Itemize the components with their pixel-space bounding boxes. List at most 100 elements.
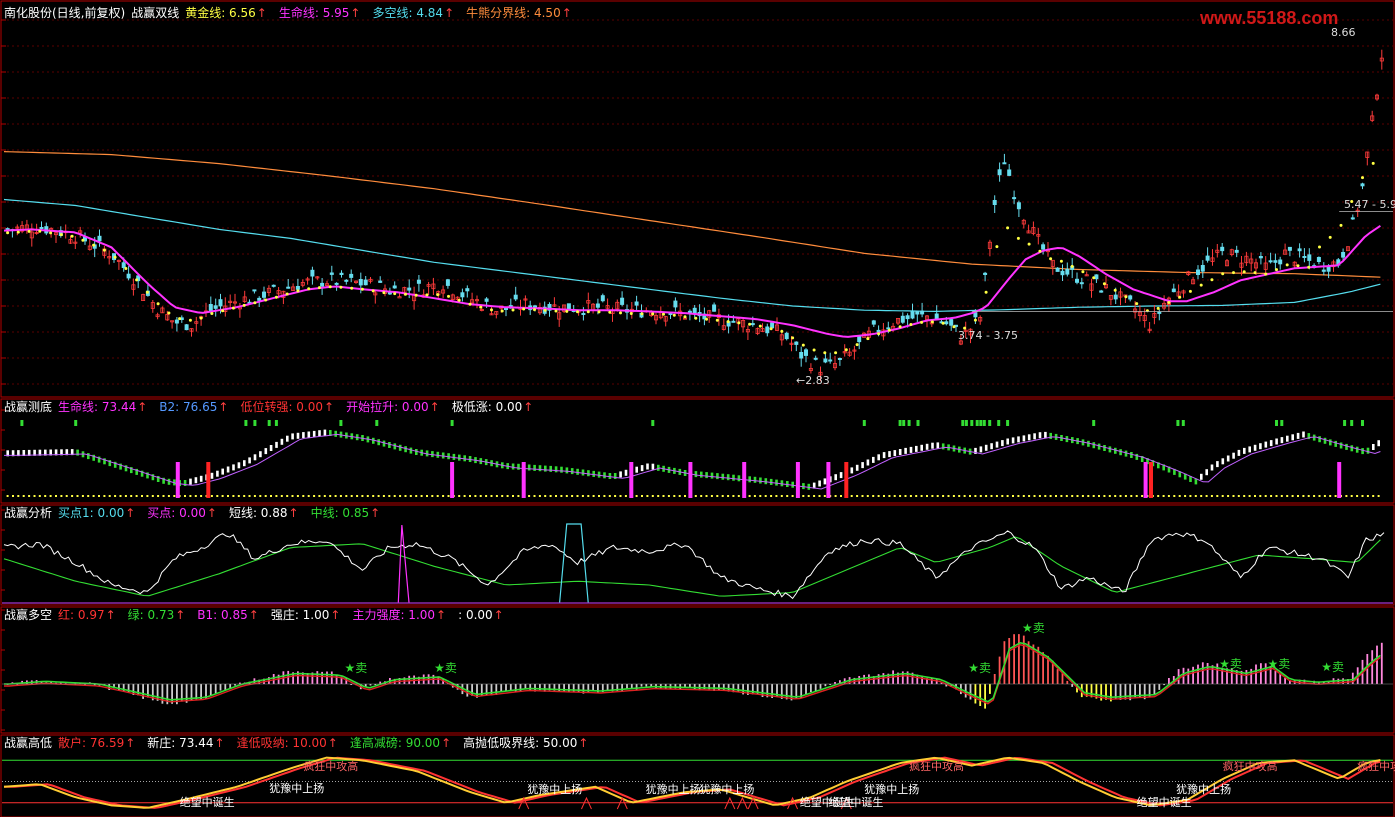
- up-arrow-icon: ↑: [125, 506, 136, 520]
- base-dot: [339, 495, 342, 497]
- momentum-bar: [171, 684, 173, 704]
- candle-body: [871, 320, 876, 325]
- gold-dot: [199, 316, 203, 320]
- oscillator-bar: [581, 469, 585, 476]
- base-dot: [1275, 495, 1278, 497]
- base-dot: [76, 495, 79, 497]
- top-marker: [20, 420, 24, 426]
- candle-body: [750, 323, 755, 326]
- candle-body: [900, 315, 905, 323]
- candle-body: [184, 324, 189, 331]
- analysis-panel[interactable]: [2, 523, 1393, 604]
- oscillator-bar: [248, 457, 251, 464]
- candle-body: [1220, 246, 1225, 252]
- base-dot: [130, 495, 133, 497]
- absorb-marker: [581, 796, 592, 810]
- panel-border-0: [0, 0, 1395, 398]
- candle-body: [218, 299, 223, 307]
- candle-body: [97, 235, 102, 242]
- base-dot: [1017, 495, 1020, 497]
- series-多空线: [3, 198, 1381, 313]
- bull-bear-panel[interactable]: ★卖 ★卖 ★卖 ★卖 ★卖 ★卖 ★卖: [2, 621, 1393, 709]
- up-arrow-icon: ↑: [441, 736, 452, 750]
- momentum-bar: [974, 684, 977, 704]
- top-marker: [253, 420, 257, 426]
- base-dot: [909, 495, 912, 497]
- candle-body: [387, 292, 392, 295]
- buy1-pulse: [558, 523, 589, 604]
- top-marker: [339, 420, 343, 426]
- gold-dot: [1285, 263, 1289, 267]
- base-dot: [1318, 495, 1321, 497]
- base-dot: [1130, 495, 1133, 497]
- oscillator-bar: [511, 463, 515, 470]
- absorb-marker: [724, 796, 736, 810]
- base-dot: [1060, 495, 1063, 497]
- base-dot: [888, 495, 891, 497]
- base-dot: [227, 495, 229, 497]
- gold-dot: [317, 286, 321, 290]
- high-low-panel[interactable]: 犹豫中上扬 犹豫中上扬 犹豫中上扬犹豫中上扬 犹豫中上扬 犹豫中上扬绝望中诞生 绝望中诞生…: [2, 756, 1395, 810]
- momentum-bar: [1211, 665, 1214, 684]
- sell-signal-1: ★卖: [434, 661, 457, 675]
- base-dot: [624, 495, 627, 497]
- base-dot: [942, 495, 945, 497]
- gold-dot: [597, 310, 601, 314]
- candle-body: [1041, 244, 1046, 250]
- candle-body: [286, 286, 291, 289]
- phase-label-12: 疯狂中攻高: [1223, 759, 1278, 773]
- bottom-test-panel[interactable]: [4, 420, 1381, 498]
- base-dot: [366, 495, 369, 497]
- momentum-bar: [635, 684, 638, 690]
- p4-item-1: 绿: 0.73↑: [127, 608, 186, 622]
- panel2-title: 战赢测底: [4, 400, 53, 414]
- sell-signal-2: ★卖: [968, 661, 991, 675]
- oscillator-bar: [307, 431, 311, 438]
- oscillator-bar: [576, 468, 579, 475]
- candle-body: [668, 312, 673, 315]
- base-dot: [517, 495, 520, 497]
- candle-body: [944, 321, 949, 325]
- momentum-bar: [1201, 662, 1204, 684]
- momentum-bar: [1153, 684, 1156, 695]
- oscillator-bar: [1350, 445, 1354, 452]
- oscillator-bar: [587, 470, 590, 477]
- signal-bar: [826, 462, 831, 498]
- momentum-bar: [1380, 642, 1383, 684]
- momentum-bar: [645, 684, 648, 687]
- oscillator-bar: [646, 463, 649, 470]
- oscillator-bar: [925, 443, 929, 450]
- candle-body: [271, 284, 276, 287]
- momentum-bar: [122, 684, 125, 692]
- oscillator-bar: [823, 478, 827, 485]
- gold-dot: [178, 317, 182, 321]
- gold-dot: [102, 248, 106, 252]
- base-dot: [899, 495, 902, 497]
- base-dot: [1049, 495, 1052, 497]
- top-marker: [902, 420, 906, 426]
- candle-body: [1278, 259, 1283, 265]
- base-dot: [700, 495, 703, 497]
- gold-dot: [490, 308, 493, 312]
- oscillator-bar: [1011, 437, 1015, 444]
- base-dot: [485, 495, 488, 497]
- base-dot: [1216, 495, 1219, 497]
- oscillator-bar: [640, 465, 644, 472]
- gold-dot: [1016, 236, 1020, 240]
- momentum-bar: [214, 684, 217, 694]
- oscillator-bar: [1264, 441, 1268, 448]
- candle-body: [837, 357, 842, 360]
- oscillator-bar: [694, 471, 698, 478]
- candle-body: [799, 351, 804, 359]
- base-dot: [1135, 495, 1138, 497]
- gold-dot: [554, 309, 558, 313]
- p5-item-3: 逢高减磅: 90.00↑: [349, 736, 452, 750]
- oscillator-bar: [560, 466, 563, 473]
- candle-body: [997, 169, 1002, 176]
- oscillator-bar: [1044, 431, 1047, 438]
- base-dot: [705, 495, 708, 497]
- base-dot: [98, 495, 100, 497]
- oscillator-bar: [76, 449, 79, 456]
- top-marker: [244, 420, 248, 426]
- oscillator-bar: [1296, 432, 1300, 439]
